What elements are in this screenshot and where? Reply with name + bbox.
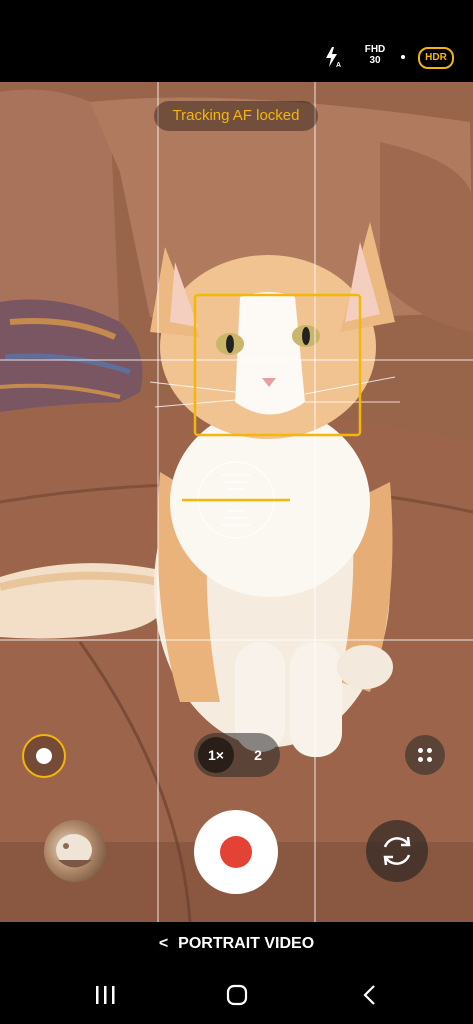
home-button[interactable] — [225, 983, 249, 1007]
af-status-label: Tracking AF locked — [154, 101, 318, 131]
recent-apps-button[interactable] — [92, 984, 118, 1006]
zoom-1x-button[interactable]: 1× — [198, 737, 234, 773]
video-fps-label: 30 — [369, 55, 381, 66]
separator-dot — [401, 55, 405, 59]
record-mode-icon — [36, 748, 52, 764]
camera-viewfinder[interactable] — [0, 82, 473, 922]
back-icon — [363, 985, 375, 1005]
zoom-selector: 1× 2 — [194, 733, 280, 777]
back-button[interactable] — [358, 983, 382, 1007]
home-icon — [226, 984, 248, 1006]
camera-bottom-bar: < PORTRAIT VIDEO — [0, 922, 473, 1024]
hdr-button[interactable]: HDR — [418, 47, 454, 69]
camera-top-bar: A FHD 30 HDR — [0, 0, 473, 82]
switch-camera-icon — [383, 836, 411, 866]
record-mode-button[interactable] — [22, 734, 66, 778]
four-dots-icon — [418, 748, 423, 753]
switch-camera-button[interactable] — [366, 820, 428, 882]
gallery-thumbnail-image — [56, 834, 92, 868]
af-focus-box — [182, 293, 362, 539]
svg-text:A: A — [336, 62, 341, 68]
record-button[interactable] — [194, 810, 278, 894]
camera-mode-label[interactable]: < PORTRAIT VIDEO — [0, 934, 473, 954]
recent-apps-icon — [96, 986, 115, 1004]
mode-back-icon[interactable]: < — [159, 934, 168, 954]
video-quality-button[interactable]: FHD 30 — [360, 44, 390, 66]
zoom-2x-button[interactable]: 2 — [240, 737, 276, 773]
flash-auto-icon[interactable]: A — [323, 46, 343, 69]
gallery-thumbnail[interactable] — [44, 820, 106, 882]
more-options-button[interactable] — [405, 735, 445, 775]
record-icon — [220, 836, 252, 868]
mode-name: PORTRAIT VIDEO — [178, 935, 315, 952]
video-resolution-label: FHD — [364, 44, 386, 55]
